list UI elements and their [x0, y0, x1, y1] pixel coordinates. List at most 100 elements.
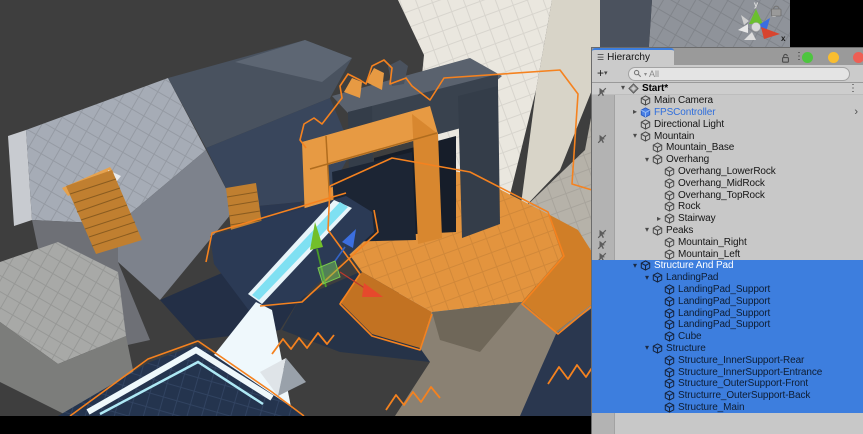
- row-label: Start*: [642, 83, 668, 94]
- gameobject-cube-icon: [664, 296, 675, 307]
- expander-triangle[interactable]: ▾: [630, 262, 640, 270]
- row-context-menu-icon[interactable]: ⋮: [848, 83, 858, 95]
- hierarchy-row-landingpad-support[interactable]: LandingPad_Support: [592, 284, 863, 296]
- row-label: Mountain_Base: [666, 142, 734, 153]
- hierarchy-row-overhang-lowerrock[interactable]: Overhang_LowerRock: [592, 166, 863, 178]
- gameobject-cube-icon: [664, 201, 675, 212]
- hierarchy-row-structure[interactable]: ▾ Structure: [592, 343, 863, 355]
- hierarchy-row-structure-innersupport-rear[interactable]: Structure_InnerSupport-Rear: [592, 354, 863, 366]
- gameobject-cube-icon: [664, 284, 675, 295]
- hierarchy-row-rock[interactable]: Rock: [592, 201, 863, 213]
- gameobject-cube-icon: [664, 402, 675, 413]
- gameobject-cube-icon: [664, 237, 675, 248]
- row-label: Mountain_Left: [678, 249, 740, 260]
- gameobject-cube-icon: [640, 131, 651, 142]
- row-label: Overhang: [666, 154, 709, 165]
- traffic-light-red[interactable]: [853, 52, 863, 63]
- expander-triangle[interactable]: ▾: [630, 132, 640, 140]
- gameobject-cube-icon: [652, 225, 663, 236]
- gameobject-cube-icon: [664, 331, 675, 342]
- hierarchy-row-start-[interactable]: ▾ Start* ⋮: [592, 83, 863, 95]
- hierarchy-row-cube[interactable]: Cube: [592, 331, 863, 343]
- traffic-light-yellow[interactable]: [828, 52, 839, 63]
- hierarchy-row-structurre-outersupport-back[interactable]: Structurre_OuterSupport-Back: [592, 390, 863, 402]
- gameobject-cube-icon: [664, 378, 675, 389]
- prefab-chevron-icon[interactable]: ›: [854, 107, 858, 119]
- row-label: Main Camera: [654, 95, 713, 106]
- search-filter-caret-icon: ▾: [644, 71, 647, 78]
- expander-triangle[interactable]: ▾: [642, 344, 652, 352]
- tab-hierarchy[interactable]: ☰ Hierarchy: [592, 48, 674, 65]
- hierarchy-row-landingpad-support[interactable]: LandingPad_Support: [592, 319, 863, 331]
- row-label: Mountain_Right: [678, 237, 747, 248]
- gameobject-cube-icon: [664, 355, 675, 366]
- tab-label: Hierarchy: [607, 52, 650, 63]
- hierarchy-rows: ▾ Start* ⋮ Main Camera▸ FPSController› Di…: [592, 83, 863, 434]
- hierarchy-row-landingpad[interactable]: ▾ LandingPad: [592, 272, 863, 284]
- prefab-cube-icon: [640, 107, 651, 118]
- dropdown-caret-icon: ▾: [604, 70, 608, 77]
- hierarchy-row-overhang[interactable]: ▾ Overhang: [592, 154, 863, 166]
- hierarchy-row-fpscontroller[interactable]: ▸ FPSController›: [592, 107, 863, 119]
- row-label: Cube: [678, 331, 702, 342]
- hierarchy-row-structure-and-pad[interactable]: ▾ Structure And Pad: [592, 260, 863, 272]
- gameobject-cube-icon: [664, 166, 675, 177]
- hierarchy-row-structure-outersupport-front[interactable]: Structure_OuterSupport-Front: [592, 378, 863, 390]
- row-label: Structure_InnerSupport-Rear: [678, 355, 804, 366]
- row-label: Structure And Pad: [654, 260, 733, 271]
- row-label: Overhang_LowerRock: [678, 166, 776, 177]
- gameobject-cube-icon: [664, 249, 675, 260]
- gameobject-cube-icon: [664, 213, 675, 224]
- row-label: Directional Light: [654, 119, 724, 130]
- axis-x-label: x: [781, 34, 786, 43]
- row-label: Structure: [666, 343, 706, 354]
- gameobject-cube-icon: [664, 390, 675, 401]
- create-object-button[interactable]: +▾: [597, 66, 608, 80]
- search-icon: [633, 69, 642, 78]
- gameobject-cube-icon: [640, 95, 651, 106]
- expander-triangle[interactable]: ▸: [630, 108, 640, 116]
- search-icon-slot: [633, 65, 642, 83]
- panel-list-icon: ☰: [597, 54, 604, 62]
- hierarchy-row-structure-main[interactable]: Structure_Main: [592, 402, 863, 414]
- hierarchy-row-mountain[interactable]: ▾ Mountain: [592, 130, 863, 142]
- gameobject-cube-icon: [652, 154, 663, 165]
- row-label: Rock: [678, 201, 700, 212]
- row-label: LandingPad_Support: [678, 308, 770, 319]
- hierarchy-row-overhang-toprock[interactable]: Overhang_TopRock: [592, 189, 863, 201]
- lock-icon[interactable]: [780, 53, 791, 64]
- row-label: Overhang_MidRock: [678, 178, 765, 189]
- hierarchy-row-mountain-right[interactable]: Mountain_Right: [592, 236, 863, 248]
- expander-triangle[interactable]: ▾: [642, 156, 652, 164]
- row-label: LandingPad_Support: [678, 284, 770, 295]
- hierarchy-row-directional-light[interactable]: Directional Light: [592, 118, 863, 130]
- hierarchy-toolbar: +▾ ▾ All: [592, 65, 863, 83]
- hierarchy-row-main-camera[interactable]: Main Camera: [592, 95, 863, 107]
- hierarchy-row-mountain-left[interactable]: Mountain_Left: [592, 248, 863, 260]
- hierarchy-row-stairway[interactable]: ▸ Stairway: [592, 213, 863, 225]
- hierarchy-panel: ☰ Hierarchy ⋮ +▾ ▾ All ▾: [592, 48, 863, 434]
- row-label: Structure_InnerSupport-Entrance: [678, 367, 822, 378]
- gameobject-cube-icon: [652, 142, 663, 153]
- gameobject-cube-icon: [664, 367, 675, 378]
- scene-asset-icon: [628, 83, 639, 94]
- hierarchy-row-overhang-midrock[interactable]: Overhang_MidRock: [592, 177, 863, 189]
- expander-triangle[interactable]: ▾: [642, 274, 652, 282]
- gameobject-cube-icon: [664, 308, 675, 319]
- hierarchy-row-mountain-base[interactable]: Mountain_Base: [592, 142, 863, 154]
- hierarchy-row-landingpad-support[interactable]: LandingPad_Support: [592, 307, 863, 319]
- expander-triangle[interactable]: ▾: [642, 226, 652, 234]
- unity-editor: y z x ☰ Hierarchy ⋮ +▾: [0, 0, 863, 434]
- hierarchy-row-peaks[interactable]: ▾ Peaks: [592, 225, 863, 237]
- row-label: Overhang_TopRock: [678, 190, 765, 201]
- traffic-light-green[interactable]: [802, 52, 813, 63]
- expander-triangle[interactable]: ▸: [654, 215, 664, 223]
- expander-triangle[interactable]: ▾: [618, 84, 628, 92]
- row-label: LandingPad: [666, 272, 718, 283]
- row-label: Structurre_OuterSupport-Back: [678, 390, 810, 401]
- hierarchy-row-structure-innersupport-entrance[interactable]: Structure_InnerSupport-Entrance: [592, 366, 863, 378]
- search-input[interactable]: ▾ All: [628, 67, 850, 81]
- hierarchy-row-landingpad-support[interactable]: LandingPad_Support: [592, 295, 863, 307]
- row-label: Mountain: [654, 131, 694, 142]
- gameobject-cube-icon: [652, 343, 663, 354]
